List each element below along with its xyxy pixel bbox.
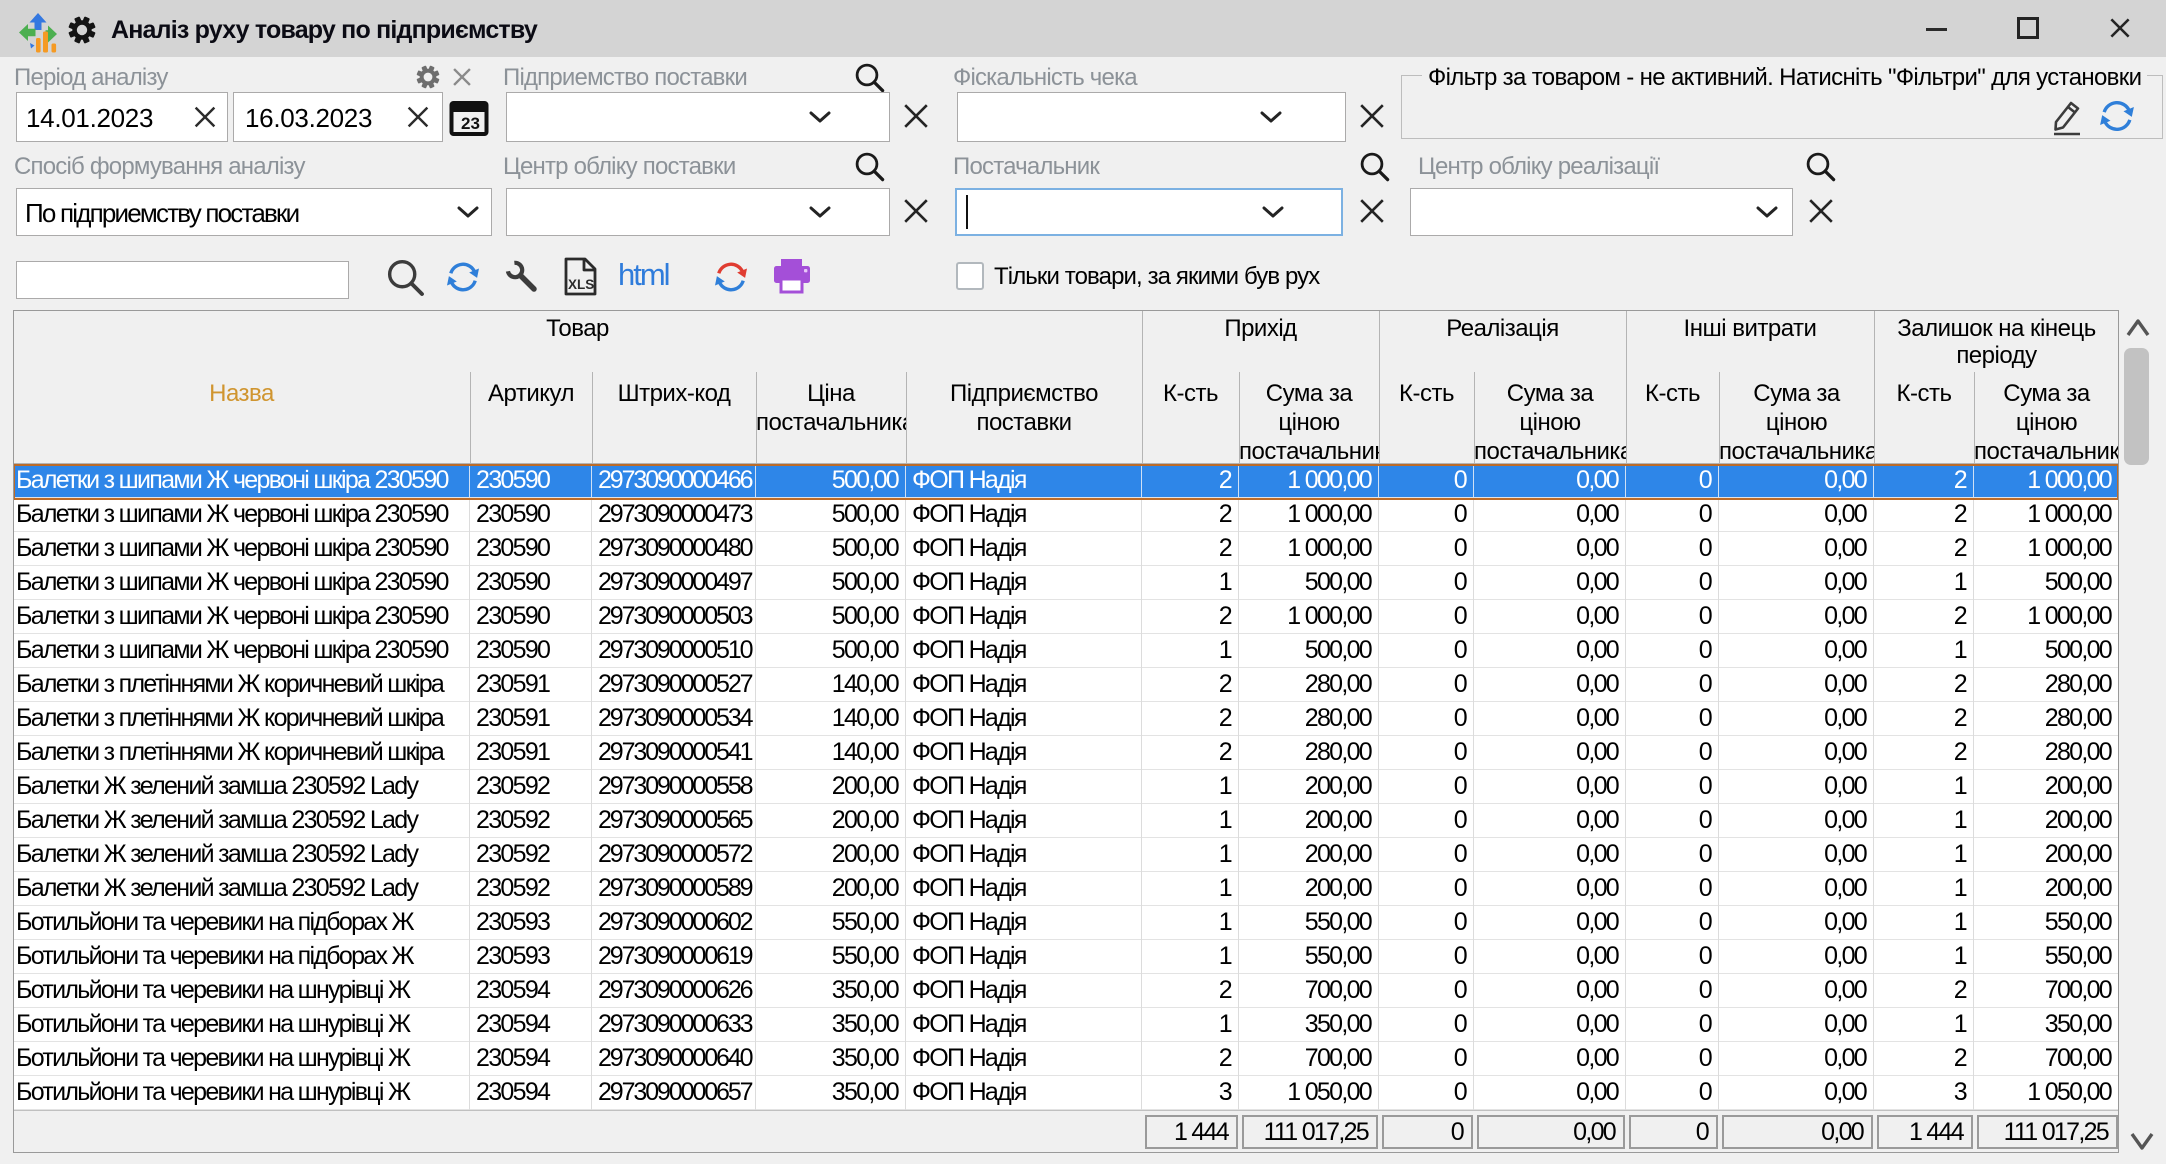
svg-text:XLS: XLS — [568, 277, 594, 292]
svg-text:23: 23 — [461, 114, 480, 133]
